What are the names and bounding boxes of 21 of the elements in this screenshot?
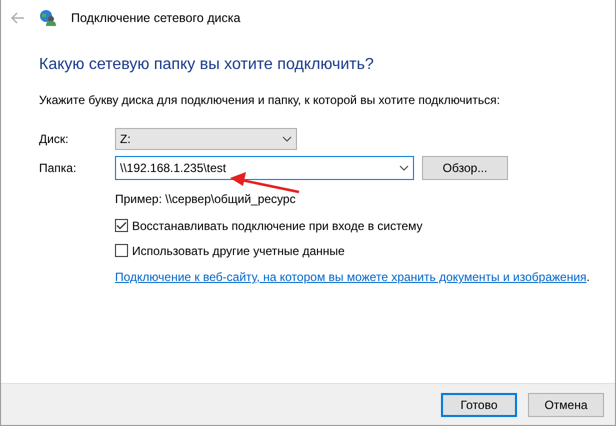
webdav-link[interactable]: Подключение к веб-сайту, на котором вы можете хранить документы и изображения [115, 270, 587, 284]
folder-combobox[interactable]: \\192.168.1.235\test [115, 156, 414, 180]
browse-button[interactable]: Обзор... [422, 156, 508, 180]
checkbox[interactable] [115, 219, 128, 232]
window-title: Подключение сетевого диска [71, 10, 240, 27]
chevron-down-icon [399, 165, 409, 171]
example-text: Пример: \\сервер\общий_ресурс [115, 191, 297, 208]
link-sentence: Подключение к веб-сайту, на котором вы можете хранить документы и изображения. [115, 269, 591, 286]
chevron-down-icon [282, 136, 292, 142]
dialog-button[interactable]: Отмена [528, 392, 604, 416]
drive-label: Диск: [39, 131, 70, 148]
checkbox[interactable] [115, 244, 128, 257]
annotation-arrow [229, 172, 301, 194]
drive-dropdown[interactable]: Z: [115, 128, 297, 150]
heading: Какую сетевую папку вы хотите подключить? [39, 55, 375, 75]
checkbox-label: Использовать другие учетные данные [132, 242, 345, 260]
folder-label: Папка: [39, 160, 78, 177]
network-drive-icon [39, 9, 57, 27]
checkbox-label: Восстанавливать подключение при входе в систему [132, 218, 423, 234]
instruction-text: Укажите букву диска для подключения и папку, к которой вы хотите подключиться: [39, 92, 501, 109]
dialog-button[interactable]: Готово [441, 392, 517, 416]
